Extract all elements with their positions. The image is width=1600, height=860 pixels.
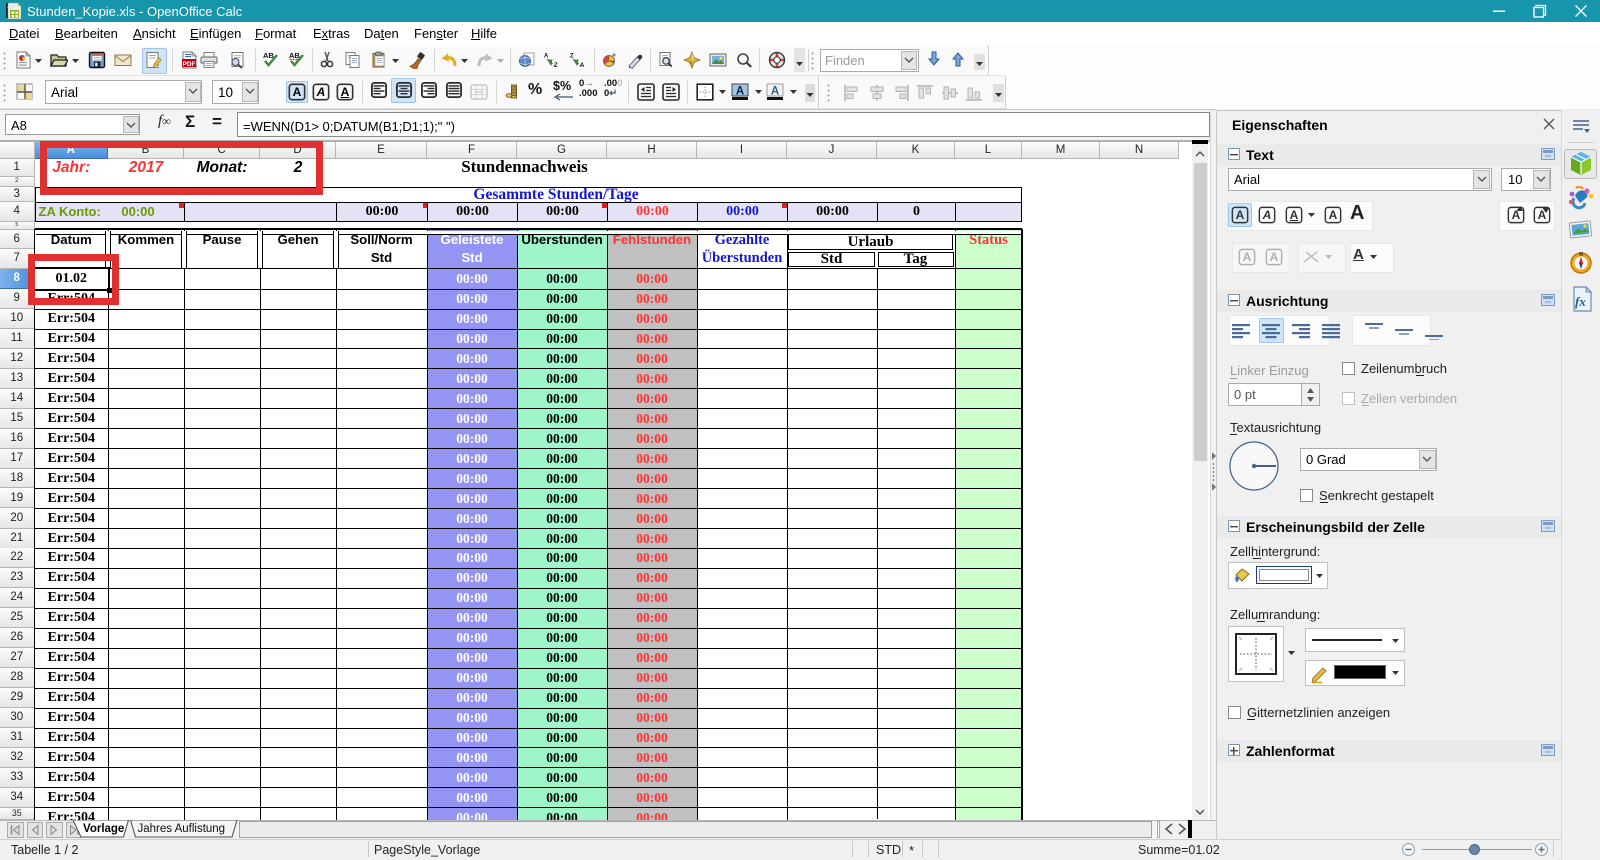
- svg-text:fx: fx: [1575, 294, 1586, 309]
- svg-text:A: A: [770, 86, 778, 98]
- svg-text:PDF: PDF: [183, 61, 196, 68]
- svg-text:Z: Z: [570, 54, 574, 60]
- svg-text:N: N: [1579, 252, 1583, 258]
- svg-text:A: A: [544, 54, 549, 60]
- svg-text:A: A: [736, 86, 744, 98]
